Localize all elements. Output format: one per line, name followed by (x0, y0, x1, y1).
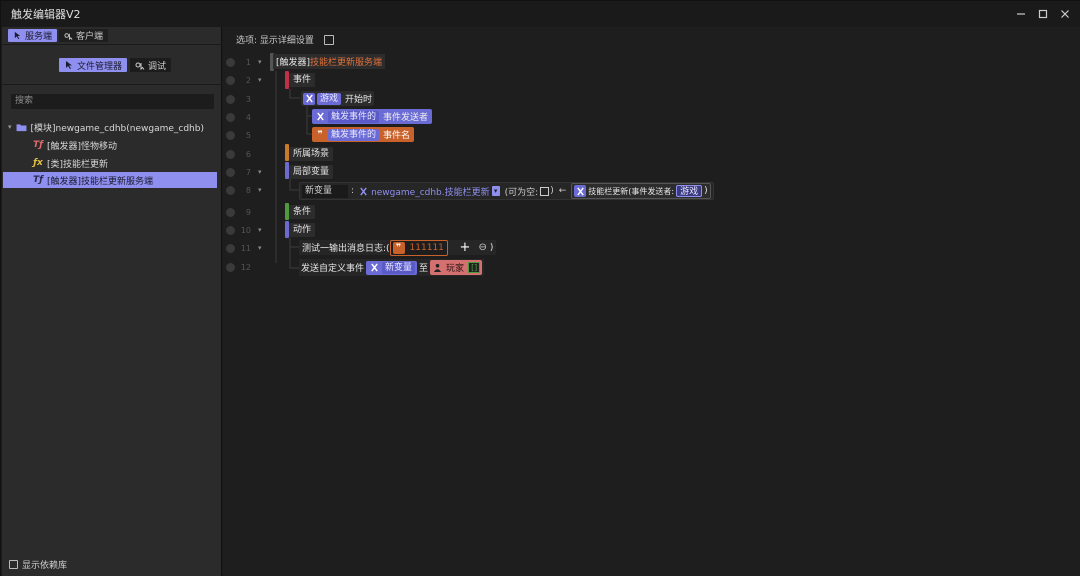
var-name-input[interactable]: 新变量 (302, 184, 349, 198)
to-text: 至 (419, 264, 429, 274)
title-bar: 触发编辑器V2 (1, 1, 1080, 27)
type-text[interactable]: newgame_cdhb.技能栏更新 (371, 185, 490, 198)
app-title: 触发编辑器V2 (11, 8, 81, 21)
trigger-icon: Tƒ (32, 175, 44, 185)
log-value[interactable]: 111111 (410, 243, 444, 253)
event-text: 开始时 (345, 95, 373, 105)
tree-item-class[interactable]: ƒx [类]技能栏更新 (32, 155, 218, 171)
tab-server[interactable]: 服务端 (8, 29, 58, 42)
player-icon (432, 263, 442, 273)
minimize-button[interactable] (1013, 6, 1029, 22)
trigger-name: 技能栏更新服务端 (310, 58, 383, 68)
log-close: ) (489, 242, 494, 253)
action-label: 动作 (289, 222, 316, 237)
game-chip[interactable]: 游戏 (317, 92, 342, 105)
event-name-text: 事件名 (383, 131, 411, 141)
event-name-row[interactable]: ❞ 触发事件的 事件名 (312, 127, 415, 142)
close-button[interactable] (1057, 6, 1073, 22)
variable-icon (314, 110, 326, 123)
event-sender-row[interactable]: 触发事件的 事件发送者 (312, 109, 433, 124)
nullable-label: (可为空: (504, 187, 539, 198)
action-section[interactable]: 动作 (289, 222, 316, 237)
nullable-checkbox[interactable] (540, 186, 550, 196)
tree-item-module[interactable]: ▾ [模块]newgame_cdhb(newgame_cdhb) (8, 119, 218, 135)
divider (2, 84, 222, 85)
cursor-icon (66, 61, 72, 69)
window-controls (1013, 6, 1073, 22)
maximize-button[interactable] (1035, 6, 1051, 22)
trigger-icon: Tƒ (32, 140, 44, 150)
tab-client-label: 客户端 (76, 32, 104, 42)
debug-icon (135, 62, 145, 70)
add-arg-button[interactable]: + (460, 240, 471, 255)
var-chip[interactable]: 新变量 (382, 261, 416, 274)
event-sender-text: 事件发送者 (383, 113, 429, 123)
send-event-text: 发送自定义事件 (301, 264, 365, 274)
event-label: 事件 (289, 72, 316, 87)
client-icon (64, 33, 73, 40)
show-deps-label: 显示依赖库 (22, 561, 68, 571)
tree-item-trigger[interactable]: Tƒ [触发器]怪物移动 (32, 137, 218, 153)
trigger-event-chip[interactable]: 触发事件的 (328, 128, 380, 141)
tab-client[interactable]: 客户端 (59, 29, 109, 42)
side-tabs: 服务端 客户端 (8, 29, 109, 42)
log-text: 测试一输出消息日志:( (302, 244, 390, 254)
local-var-def[interactable]: 新变量 : newgame_cdhb.技能栏更新 ▾ (可为空: ) ← 技能栏… (299, 182, 714, 200)
close-icon (1061, 10, 1069, 18)
editor-panel: 选项: 显示详细设置 1 ▾ 2 ▾ 3 4 5 6 7 ▾ 8 ▾ 9 10 ▾ 11 ▾ 12 [触发器] 技… (223, 27, 1080, 576)
trigger-prefix: [触发器] (276, 58, 311, 68)
func-call-text: 技能栏更新(事件发送者: (588, 186, 675, 196)
scene-section[interactable]: 所属场景 (289, 146, 334, 161)
sub-tabs: 文件管理器 调试 (59, 58, 172, 72)
assign-arrow: ← (558, 186, 567, 196)
local-var-section[interactable]: 局部变量 (289, 164, 334, 179)
minimize-icon (1017, 13, 1025, 15)
func-arg-chip[interactable]: 游戏 (676, 185, 703, 197)
function-icon: ƒx (33, 158, 43, 168)
condition-label: 条件 (289, 204, 316, 219)
show-deps-toggle[interactable]: 显示依赖库 (9, 558, 67, 571)
tab-file-manager[interactable]: 文件管理器 (59, 58, 128, 72)
chevron-down-icon[interactable]: ▾ (491, 186, 500, 196)
show-deps-checkbox[interactable] (9, 560, 18, 569)
type-icon (357, 185, 369, 197)
event-section[interactable]: 事件 (289, 72, 316, 87)
tab-debug[interactable]: 调试 (130, 58, 172, 72)
function-icon (574, 185, 587, 197)
send-event-action[interactable]: 发送自定义事件 新变量 至 玩家 [] (299, 259, 485, 276)
string-icon: ❞ (392, 241, 405, 254)
player-chip[interactable]: 玩家 (444, 261, 466, 274)
index-chip[interactable]: [] (468, 262, 481, 273)
tree-item-label: [触发器]怪物移动 (47, 141, 118, 152)
sidebar: 服务端 客户端 文件管理器 调试 搜索 ▾ [模块]newgame_cdhb(n… (2, 27, 222, 576)
tree-item-label: [模块]newgame_cdhb(newgame_cdhb) (30, 123, 204, 134)
folder-icon (16, 122, 28, 132)
chevron-down-icon: ▾ (8, 123, 12, 131)
func-close: ) (704, 186, 708, 196)
event-game-start[interactable]: 游戏 开始时 (301, 91, 375, 106)
string-icon: ❞ (314, 128, 326, 141)
variable-icon (303, 92, 315, 105)
tree-item-label: [触发器]技能栏更新服务端 (47, 176, 154, 187)
divider (2, 44, 222, 45)
tree-item-label: [类]技能栏更新 (47, 159, 109, 170)
trigger-header[interactable]: [触发器] 技能栏更新服务端 (273, 54, 386, 69)
cursor-icon (14, 31, 21, 40)
log-action[interactable]: 测试一输出消息日志:( ❞ 111111 + ⊖ ) (299, 239, 497, 256)
tab-file-manager-label: 文件管理器 (77, 61, 123, 72)
maximize-icon (1038, 9, 1048, 19)
variable-icon (368, 261, 381, 274)
tab-server-label: 服务端 (25, 32, 53, 42)
trigger-event-chip[interactable]: 触发事件的 (328, 110, 380, 123)
scene-label: 所属场景 (289, 146, 334, 161)
condition-section[interactable]: 条件 (289, 204, 316, 219)
search-input[interactable]: 搜索 (11, 94, 214, 109)
nullable-close: ) (550, 186, 554, 196)
app-window: 触发编辑器V2 服务端 客户端 文件管理器 调试 搜索 ▾ [模块]newgam… (0, 0, 1080, 576)
tree-item-trigger-selected[interactable]: Tƒ [触发器]技能栏更新服务端 (3, 172, 217, 188)
remove-arg-button[interactable]: ⊖ (478, 242, 486, 253)
colon-text: : (351, 186, 355, 196)
tab-debug-label: 调试 (148, 61, 167, 72)
local-var-label: 局部变量 (289, 164, 334, 179)
